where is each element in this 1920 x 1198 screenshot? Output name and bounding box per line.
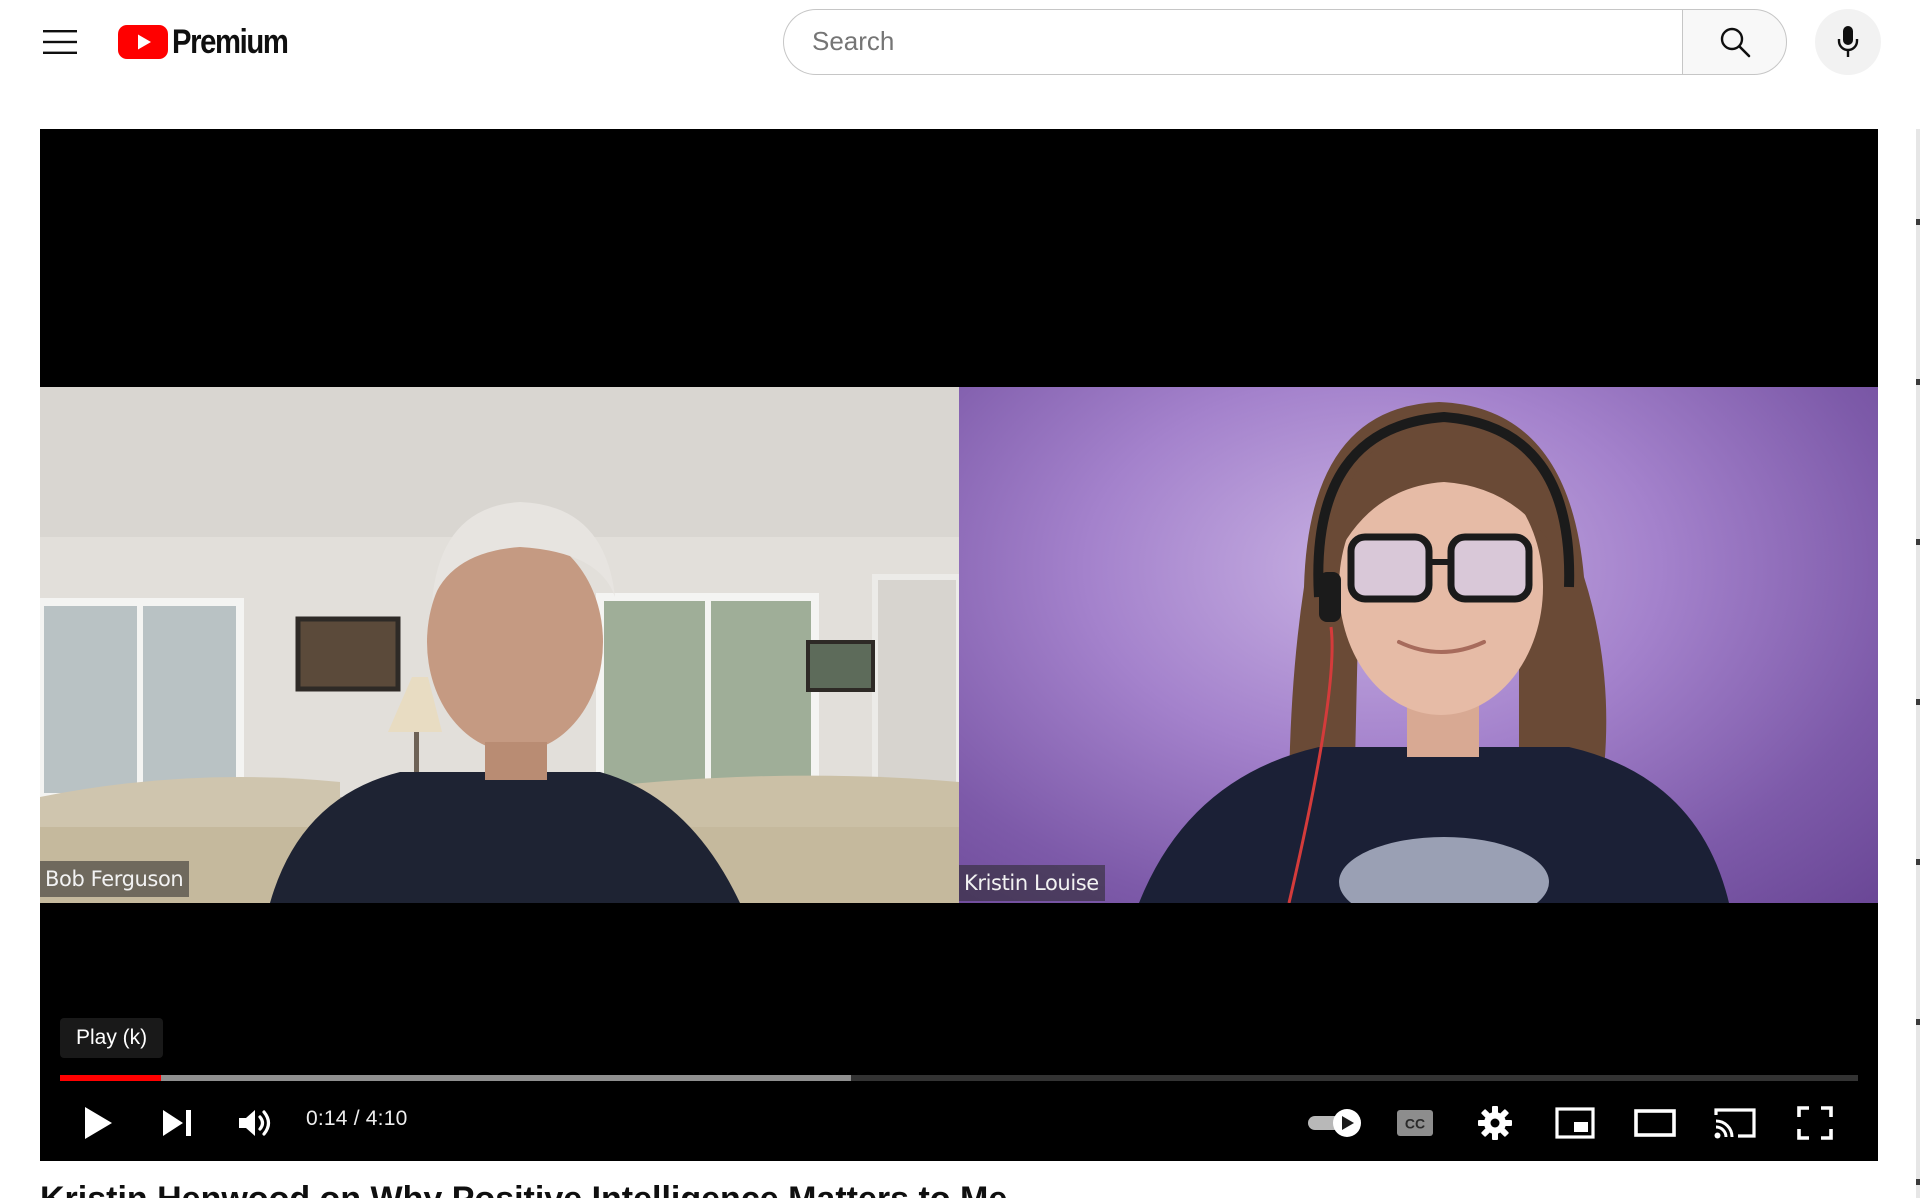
next-button[interactable]	[147, 1095, 207, 1151]
cast-button[interactable]	[1705, 1095, 1765, 1151]
youtube-logo-icon	[118, 25, 168, 59]
search-button[interactable]	[1682, 9, 1787, 75]
cast-icon	[1714, 1108, 1756, 1139]
hamburger-menu-icon	[43, 30, 77, 54]
microphone-icon	[1837, 26, 1859, 57]
participant-tile-left: Bob Ferguson	[40, 387, 959, 903]
fullscreen-icon	[1797, 1106, 1833, 1140]
time-display: 0:14 / 4:10	[306, 1107, 407, 1131]
next-icon	[163, 1110, 191, 1136]
search-box	[783, 9, 1683, 75]
current-time: 0:14	[306, 1107, 348, 1130]
closed-captions-icon: CC	[1397, 1110, 1433, 1136]
settings-button[interactable]	[1465, 1095, 1525, 1151]
autoplay-toggle[interactable]	[1298, 1095, 1372, 1151]
play-button[interactable]	[68, 1095, 128, 1151]
video-title-peek: Kristin Henwood on Why Positive Intellig…	[40, 1180, 1240, 1198]
duration: 4:10	[365, 1107, 408, 1130]
voice-search-button[interactable]	[1815, 9, 1881, 75]
progress-loaded	[60, 1075, 852, 1081]
svg-text:CC: CC	[1405, 1116, 1425, 1132]
miniplayer-icon	[1555, 1107, 1595, 1139]
play-icon	[85, 1107, 112, 1139]
play-tooltip: Play (k)	[60, 1018, 164, 1058]
person-with-headset-illustration	[1139, 402, 1729, 903]
search-icon	[1720, 27, 1750, 58]
progress-bar[interactable]	[60, 1075, 1858, 1081]
miniplayer-button[interactable]	[1545, 1095, 1605, 1151]
progress-played	[60, 1075, 161, 1081]
youtube-premium-logo[interactable]: Premium	[118, 22, 306, 62]
time-separator: /	[347, 1107, 366, 1130]
theater-mode-button[interactable]	[1625, 1095, 1685, 1151]
fullscreen-button[interactable]	[1785, 1095, 1845, 1151]
mute-button[interactable]	[226, 1095, 286, 1151]
video-player[interactable]: Bob Ferguson Kristin Louise Play (k) 0:1…	[40, 129, 1878, 1161]
volume-icon	[239, 1110, 271, 1136]
room-scene-illustration	[40, 387, 959, 903]
video-title: Kristin Henwood on Why Positive Intellig…	[40, 1182, 1240, 1198]
guide-menu-button[interactable]	[30, 18, 90, 66]
player-controls: 0:14 / 4:10 CC	[40, 1089, 1878, 1155]
sidebar-edge	[1916, 129, 1920, 1198]
subtitles-button[interactable]: CC	[1385, 1095, 1445, 1151]
logo-text: Premium	[172, 22, 289, 61]
masthead: Premium	[0, 0, 1920, 84]
search-input[interactable]	[812, 10, 1652, 73]
gear-icon	[1478, 1106, 1512, 1140]
participant-name-tag: Kristin Louise	[959, 865, 1105, 901]
autoplay-toggle-icon	[1308, 1109, 1361, 1137]
video-frame[interactable]: Bob Ferguson Kristin Louise	[40, 387, 1878, 903]
participant-tile-right: Kristin Louise	[959, 387, 1878, 903]
theater-mode-icon	[1634, 1109, 1676, 1137]
participant-name-tag: Bob Ferguson	[40, 861, 190, 897]
